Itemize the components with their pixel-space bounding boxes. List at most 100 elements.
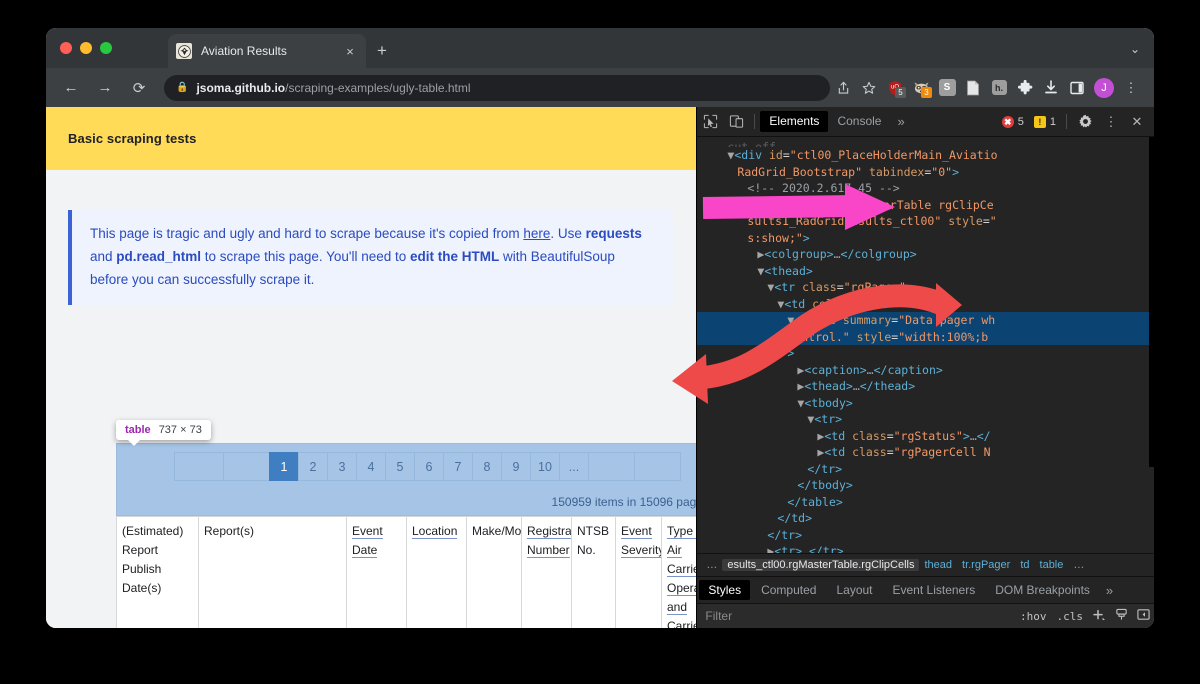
- breadcrumb-overflow-left[interactable]: …: [701, 559, 722, 571]
- dom-tree-line[interactable]: </tbody>: [697, 477, 1154, 494]
- pager-blank-left[interactable]: [174, 452, 224, 481]
- new-style-rule-icon[interactable]: [1088, 609, 1110, 624]
- browser-tab[interactable]: Aviation Results ×: [168, 34, 366, 68]
- dom-tree-line[interactable]: ▼<div id="ctl00_PlaceHolderMain_Aviatio: [697, 147, 1154, 164]
- inspect-element-icon[interactable]: [697, 109, 723, 135]
- dom-tree-scrollbar[interactable]: [1149, 137, 1154, 467]
- more-panels-icon[interactable]: »: [890, 114, 911, 129]
- filter-input[interactable]: Filter: [697, 609, 1015, 623]
- th-location[interactable]: Location: [406, 516, 467, 628]
- th-registration[interactable]: Registration Number: [521, 516, 572, 628]
- dom-tree-line[interactable]: ▼<table summary="Data pager wh: [697, 312, 1154, 329]
- here-link[interactable]: here: [523, 226, 550, 241]
- error-count-badge[interactable]: ✖ 5: [997, 115, 1029, 128]
- breadcrumb-item[interactable]: thead: [919, 559, 957, 571]
- browser-menu-icon[interactable]: ⋮: [1118, 75, 1144, 101]
- pager-page-10[interactable]: 10: [530, 452, 560, 481]
- dom-tree-line[interactable]: </table>: [697, 494, 1154, 511]
- pager-page-7[interactable]: 7: [443, 452, 473, 481]
- pager-blank-right2[interactable]: [634, 452, 681, 481]
- bookmark-star-icon[interactable]: [856, 75, 882, 101]
- document-extension-icon[interactable]: [960, 75, 986, 101]
- breadcrumb-item[interactable]: table: [1035, 559, 1069, 571]
- dom-tree-line[interactable]: s:show;">: [697, 230, 1154, 247]
- dom-tree-line[interactable]: ▶<td class="rgPagerCell N: [697, 444, 1154, 461]
- tab-layout[interactable]: Layout: [827, 580, 881, 600]
- dom-tree-line[interactable]: ▼<tr>: [697, 411, 1154, 428]
- dom-tree-line[interactable]: ▼<tr class="rgPager">: [697, 279, 1154, 296]
- dom-tree-line[interactable]: ▶<caption>…</caption>: [697, 362, 1154, 379]
- close-window-button[interactable]: [60, 42, 72, 54]
- raccoon-extension-icon[interactable]: 3: [908, 75, 934, 101]
- pager-blank-left2[interactable]: [223, 452, 270, 481]
- close-devtools-icon[interactable]: ✕: [1124, 109, 1150, 135]
- pager-page-6[interactable]: 6: [414, 452, 444, 481]
- side-panel-icon[interactable]: [1064, 75, 1090, 101]
- dom-tree-line[interactable]: >: [697, 345, 1154, 362]
- breadcrumb-item[interactable]: tr.rgPager: [957, 559, 1015, 571]
- pager-page-4[interactable]: 4: [356, 452, 386, 481]
- chevron-down-icon[interactable]: ⌄: [1130, 42, 1140, 56]
- th-event-severity[interactable]: Event Severity: [615, 516, 662, 628]
- tab-console[interactable]: Console: [828, 111, 890, 132]
- dom-tree-line[interactable]: <!-- 2020.2.617.45 -->: [697, 180, 1154, 197]
- breadcrumb-item[interactable]: esults_ctl00.rgMasterTable.rgClipCells: [722, 559, 920, 571]
- tab-dom-breakpoints[interactable]: DOM Breakpoints: [986, 580, 1099, 600]
- profile-avatar[interactable]: J: [1094, 77, 1114, 98]
- minimize-window-button[interactable]: [80, 42, 92, 54]
- devtools-kebab-icon[interactable]: ⋮: [1098, 109, 1124, 135]
- dom-tree-line[interactable]: ▼<td colspan="9">: [697, 296, 1154, 313]
- dom-tree-line[interactable]: ▼<thead>: [697, 263, 1154, 280]
- device-toolbar-icon[interactable]: [723, 109, 749, 135]
- dom-tree[interactable]: cut-off ▼<div id="ctl00_PlaceHolderMain_A…: [697, 137, 1154, 553]
- hov-button[interactable]: :hov: [1015, 610, 1052, 623]
- cls-button[interactable]: .cls: [1052, 610, 1089, 623]
- th-event-date[interactable]: Event Date: [346, 516, 407, 628]
- dom-tree-line[interactable]: cut-off: [697, 139, 1154, 147]
- hypothesis-extension-icon[interactable]: h.: [986, 75, 1012, 101]
- dom-tree-line[interactable]: control." style="width:100%;b: [697, 328, 1154, 345]
- new-tab-button[interactable]: +: [372, 41, 392, 61]
- pager-page-5[interactable]: 5: [385, 452, 415, 481]
- close-icon[interactable]: ×: [342, 43, 358, 59]
- dom-tree-line[interactable]: </tr>: [697, 461, 1154, 478]
- dom-tree-line[interactable]: </td>: [697, 510, 1154, 527]
- maximize-window-button[interactable]: [100, 42, 112, 54]
- computed-styles-sidebar-icon[interactable]: [1110, 608, 1132, 624]
- ublock-origin-icon[interactable]: uO 5: [882, 75, 908, 101]
- forward-button[interactable]: →: [92, 75, 118, 101]
- tab-elements[interactable]: Elements: [760, 111, 829, 132]
- address-bar[interactable]: 🔒 jsoma.github.io/scraping-examples/ugly…: [164, 74, 830, 101]
- share-icon[interactable]: [830, 75, 856, 101]
- dom-tree-line[interactable]: </tr>: [697, 527, 1154, 544]
- reload-button[interactable]: ⟳: [126, 75, 152, 101]
- tab-event-listeners[interactable]: Event Listeners: [884, 580, 985, 600]
- tab-computed[interactable]: Computed: [752, 580, 825, 600]
- gear-icon[interactable]: [1072, 109, 1098, 135]
- stylus-extension-icon[interactable]: S: [934, 75, 960, 101]
- pager-page-2[interactable]: 2: [298, 452, 328, 481]
- extensions-puzzle-icon[interactable]: [1012, 75, 1038, 101]
- tab-styles[interactable]: Styles: [699, 580, 751, 600]
- dom-tree-line[interactable]: ▶<colgroup>…</colgroup>: [697, 246, 1154, 263]
- pager-page-8[interactable]: 8: [472, 452, 502, 481]
- warning-count-badge[interactable]: ! 1: [1029, 115, 1061, 128]
- th-carrier-type[interactable]: Type of Air Carrier Operation and Carrie…: [661, 516, 697, 628]
- downloads-icon[interactable]: [1038, 75, 1064, 101]
- dom-tree-line[interactable]: ▶<thead>…</thead>: [697, 378, 1154, 395]
- dom-tree-line[interactable]: ▶<td class="rgStatus">…</: [697, 428, 1154, 445]
- pager-ellipsis[interactable]: ...: [559, 452, 589, 481]
- pager-page-9[interactable]: 9: [501, 452, 531, 481]
- dom-tree-line[interactable]: ▶<tr>…</tr>: [697, 543, 1154, 553]
- toggle-sidebar-icon[interactable]: [1132, 608, 1154, 624]
- breadcrumb-overflow-right[interactable]: …: [1068, 559, 1089, 571]
- breadcrumb-item[interactable]: td: [1015, 559, 1034, 571]
- pager-page-1[interactable]: 1: [269, 452, 299, 481]
- pager-page-3[interactable]: 3: [327, 452, 357, 481]
- dom-tree-line[interactable]: ▼<tbody>: [697, 395, 1154, 412]
- more-style-tabs-icon[interactable]: »: [1099, 583, 1120, 598]
- dom-tree-line[interactable]: RadGrid_Bootstrap" tabindex="0">: [697, 164, 1154, 181]
- pager-blank-right[interactable]: [588, 452, 635, 481]
- dom-tree-line[interactable]: ▼<table class="rgMasterTable rgClipCe: [697, 197, 1154, 214]
- dom-tree-line[interactable]: sults1_RadGridResults_ctl00" style=": [697, 213, 1154, 230]
